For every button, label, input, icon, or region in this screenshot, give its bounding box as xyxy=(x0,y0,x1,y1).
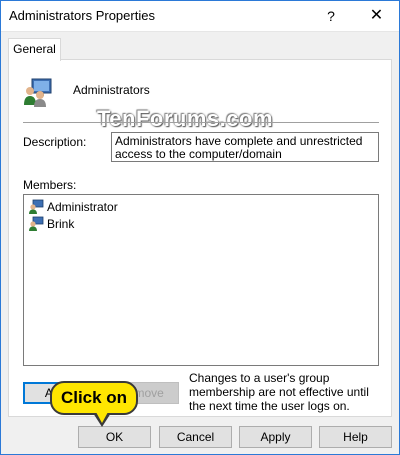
members-list[interactable]: Administrator Brink xyxy=(23,194,379,366)
group-name: Administrators xyxy=(73,83,150,97)
member-name: Brink xyxy=(47,217,75,231)
close-button[interactable]: ✕ xyxy=(354,1,399,31)
user-icon xyxy=(28,199,44,215)
window-title: Administrators Properties xyxy=(9,8,155,23)
watermark: TenForums.com xyxy=(97,106,274,131)
title-bar[interactable]: Administrators Properties ? ✕ xyxy=(1,1,399,32)
ok-button[interactable]: OK xyxy=(78,426,151,448)
description-label: Description: xyxy=(23,135,87,149)
apply-button[interactable]: Apply xyxy=(239,426,312,448)
callout-pointer-fill xyxy=(96,412,108,423)
separator xyxy=(23,122,379,123)
click-callout: Click on xyxy=(50,381,138,415)
description-field[interactable]: Administrators have complete and unrestr… xyxy=(111,132,379,162)
membership-note: Changes to a user's group membership are… xyxy=(189,371,369,413)
tab-general[interactable]: General xyxy=(8,38,61,61)
member-name: Administrator xyxy=(47,200,118,214)
help-button[interactable]: Help xyxy=(319,426,392,448)
group-users-icon xyxy=(23,77,53,107)
help-title-button[interactable]: ? xyxy=(308,1,354,31)
members-label: Members: xyxy=(23,178,77,192)
cancel-button[interactable]: Cancel xyxy=(159,426,232,448)
user-icon xyxy=(28,216,44,232)
general-tab-panel: Administrators TenForums.com Description… xyxy=(8,59,392,417)
properties-dialog: Administrators Properties ? ✕ General Ad… xyxy=(0,0,400,455)
